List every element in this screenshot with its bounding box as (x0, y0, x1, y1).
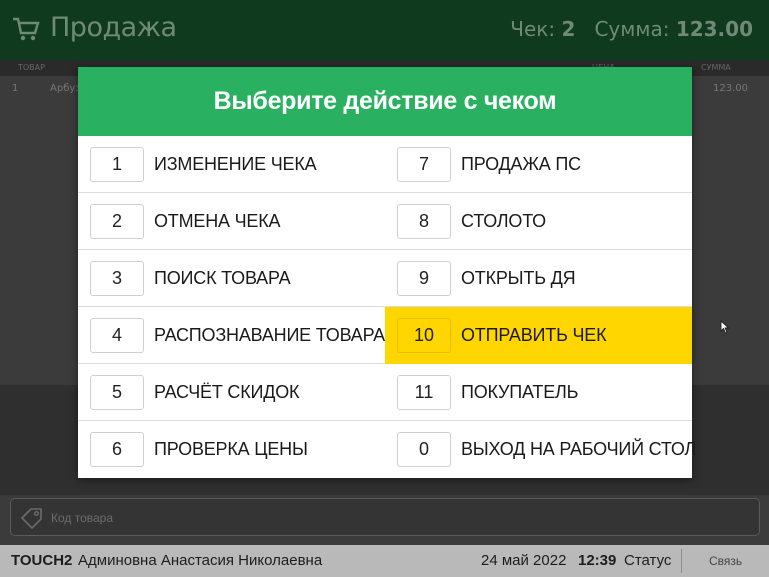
option-key: 0 (397, 432, 451, 467)
cart-icon (13, 17, 40, 41)
column-header-sum: СУММА (701, 63, 731, 72)
row-name: Арбуз (50, 83, 81, 94)
option-exit-desktop[interactable]: 0 ВЫХОД НА РАБОЧИЙ СТОЛ (385, 421, 696, 478)
option-key: 5 (90, 375, 144, 410)
search-input[interactable]: Код товара (10, 498, 760, 536)
option-cancel-check[interactable]: 2 ОТМЕНА ЧЕКА (78, 193, 385, 250)
option-label: ПОКУПАТЕЛЬ (461, 382, 579, 402)
option-label: ВЫХОД НА РАБОЧИЙ СТОЛ (461, 439, 697, 459)
option-recognize-product[interactable]: 4 РАСПОЗНАВАНИЕ ТОВАРА (78, 307, 385, 364)
row-number: 1 (12, 83, 19, 94)
check-action-dialog: Выберите действие с чеком 1 ИЗМЕНЕНИЕ ЧЕ… (78, 67, 696, 478)
connection-button[interactable]: Связь (709, 554, 742, 568)
sum-label: Сумма: (594, 17, 670, 41)
option-key: 9 (397, 261, 451, 296)
option-open-drawer[interactable]: 9 ОТКРЫТЬ ДЯ (385, 250, 692, 307)
option-label: ПРОВЕРКА ЦЕНЫ (154, 439, 308, 459)
option-label: ПОИСК ТОВАРА (154, 268, 291, 288)
dialog-title: Выберите действие с чеком (78, 67, 692, 136)
sum-value: 123.00 (675, 17, 753, 41)
option-key: 8 (397, 204, 451, 239)
option-label: ИЗМЕНЕНИЕ ЧЕКА (154, 154, 317, 174)
option-calculate-discounts[interactable]: 5 РАСЧЁТ СКИДОК (78, 364, 385, 421)
row-sum: 123.00 (713, 83, 748, 94)
terminal-name: TOUCH2 (11, 552, 73, 569)
status-button[interactable]: Статус (624, 552, 671, 569)
option-label: ОТМЕНА ЧЕКА (154, 211, 281, 231)
status-bar: TOUCH2 Админовна Анастасия Николаевна 24… (0, 545, 769, 577)
option-customer[interactable]: 11 ПОКУПАТЕЛЬ (385, 364, 692, 421)
option-key: 1 (90, 147, 144, 182)
sale-header: Продажа Чек: 2 Сумма: 123.00 (0, 0, 769, 60)
status-divider (681, 549, 682, 573)
action-options: 1 ИЗМЕНЕНИЕ ЧЕКА 2 ОТМЕНА ЧЕКА 3 ПОИСК Т… (78, 136, 696, 478)
search-placeholder: Код товара (51, 511, 114, 525)
option-sale-ps[interactable]: 7 ПРОДАЖА ПС (385, 136, 692, 193)
column-header-item: ТОВАР (18, 63, 45, 72)
option-label: ПРОДАЖА ПС (461, 154, 581, 174)
status-time: 12:39 (578, 552, 617, 569)
option-key: 7 (397, 147, 451, 182)
mouse-cursor-icon (720, 320, 730, 334)
tag-icon (21, 508, 42, 529)
option-search-product[interactable]: 3 ПОИСК ТОВАРА (78, 250, 385, 307)
option-key: 10 (397, 318, 451, 353)
check-number: 2 (561, 17, 576, 41)
option-label: ОТПРАВИТЬ ЧЕК (461, 325, 607, 345)
option-key: 2 (90, 204, 144, 239)
option-key: 6 (90, 432, 144, 467)
option-label: РАСЧЁТ СКИДОК (154, 382, 300, 402)
option-label: ОТКРЫТЬ ДЯ (461, 268, 576, 288)
option-check-price[interactable]: 6 ПРОВЕРКА ЦЕНЫ (78, 421, 385, 478)
option-label: СТОЛОТО (461, 211, 546, 231)
option-send-check[interactable]: 10 ОТПРАВИТЬ ЧЕК (385, 307, 692, 364)
option-key: 4 (90, 318, 144, 353)
option-change-check[interactable]: 1 ИЗМЕНЕНИЕ ЧЕКА (78, 136, 385, 193)
status-date: 24 май 2022 (481, 552, 567, 569)
option-key: 3 (90, 261, 144, 296)
option-key: 11 (397, 375, 451, 410)
option-stoloto[interactable]: 8 СТОЛОТО (385, 193, 692, 250)
option-label: РАСПОЗНАВАНИЕ ТОВАРА (154, 325, 385, 345)
check-label: Чек: (510, 17, 556, 41)
page-title: Продажа (50, 12, 177, 43)
cashier-name: Админовна Анастасия Николаевна (78, 552, 323, 569)
check-summary: Чек: 2 Сумма: 123.00 (510, 17, 753, 41)
